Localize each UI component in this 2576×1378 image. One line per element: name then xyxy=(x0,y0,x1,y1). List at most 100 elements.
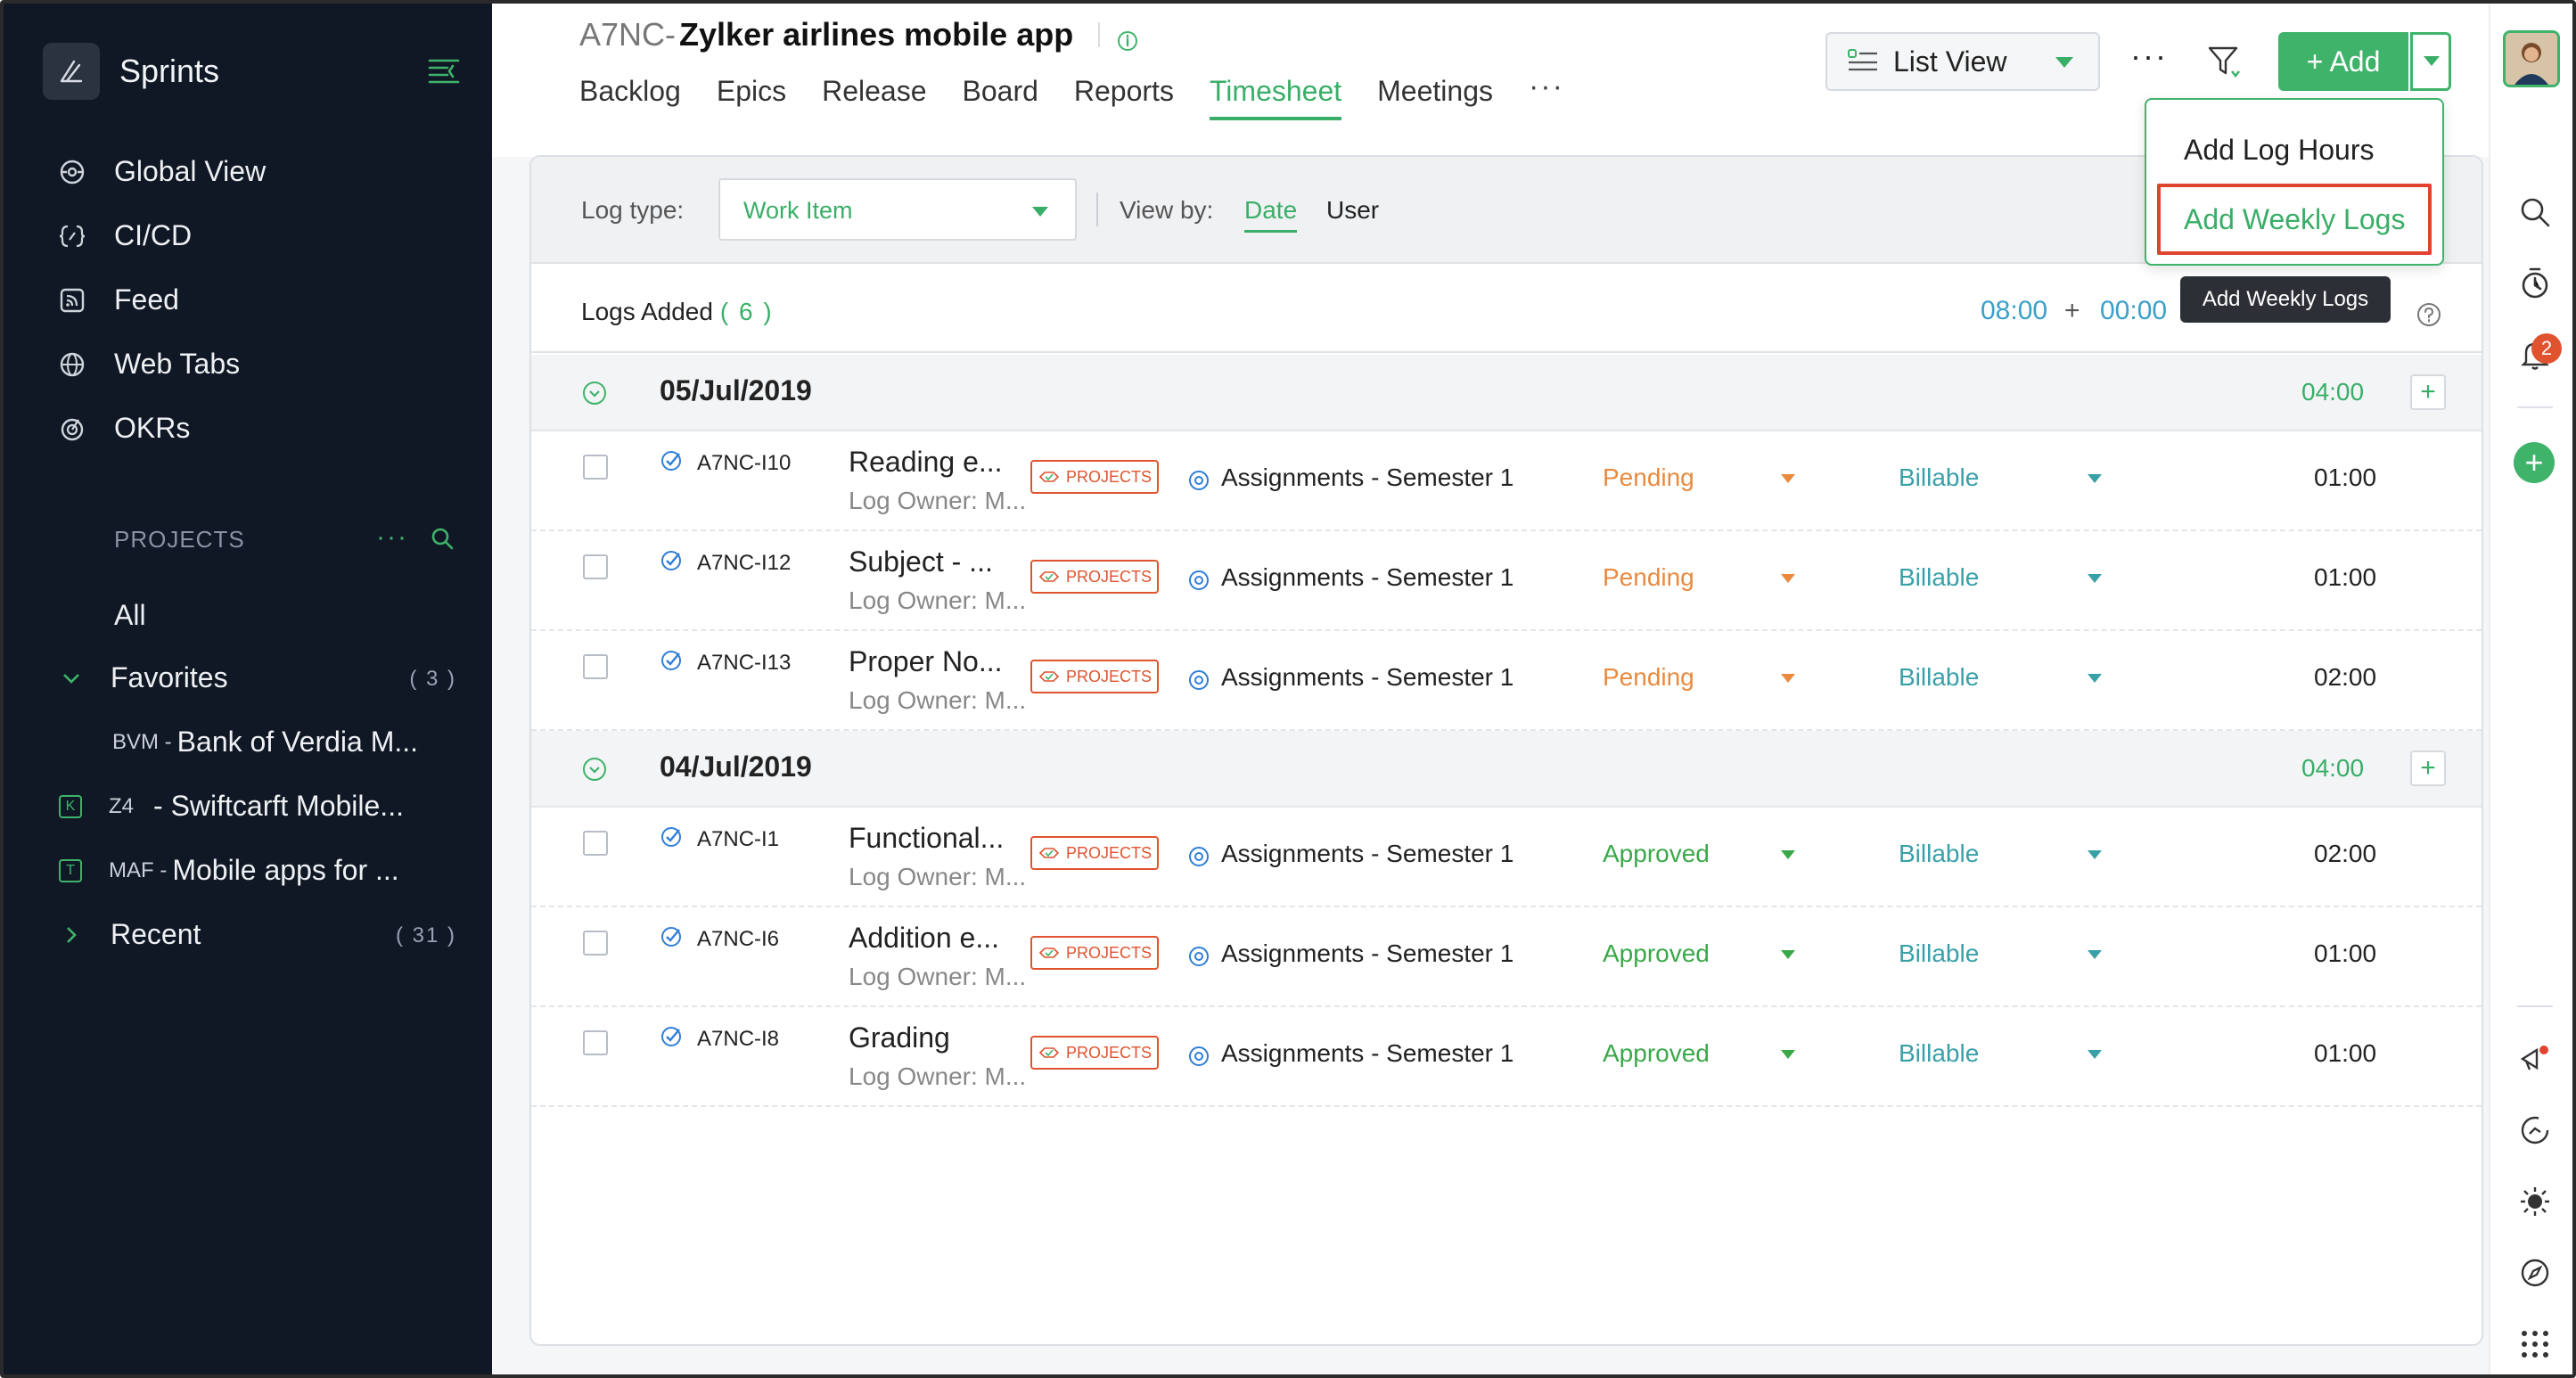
sprint-name[interactable]: Assignments - Semester 1 xyxy=(1221,1039,1514,1068)
date-group-header[interactable]: 05/Jul/2019 04:00 + xyxy=(531,355,2482,431)
item-name[interactable]: Reading e... xyxy=(849,446,1003,479)
tabs-more-button[interactable]: ··· xyxy=(1529,70,1564,120)
compass-icon[interactable] xyxy=(2517,1255,2553,1291)
status-caret-icon[interactable] xyxy=(1781,474,1795,483)
item-name[interactable]: Addition e... xyxy=(849,922,999,955)
billing-caret-icon[interactable] xyxy=(2088,950,2102,959)
add-button[interactable]: + Add xyxy=(2278,32,2408,91)
chevron-circle-down-icon[interactable] xyxy=(581,380,608,406)
help-icon[interactable] xyxy=(2416,301,2442,328)
billing-caret-icon[interactable] xyxy=(2088,674,2102,683)
sprint-name[interactable]: Assignments - Semester 1 xyxy=(1221,939,1514,968)
view-by-user[interactable]: User xyxy=(1326,196,1379,225)
announcement-icon[interactable] xyxy=(2517,1041,2553,1077)
billing-type[interactable]: Billable xyxy=(1899,1039,1979,1068)
projects-all[interactable]: All xyxy=(114,599,146,632)
billing-caret-icon[interactable] xyxy=(2088,850,2102,859)
table-row[interactable]: A7NC-I10 Reading e... Log Owner: M... PROJE… xyxy=(531,431,2482,531)
approval-status[interactable]: Pending xyxy=(1603,563,1694,592)
table-row[interactable]: A7NC-I13 Proper No... Log Owner: M... PROJE… xyxy=(531,631,2482,731)
project-item-z4[interactable]: K Z4 - Swiftcarft Mobile... xyxy=(59,790,404,823)
table-row[interactable]: A7NC-I8 Grading Log Owner: M... PROJECTS Ass… xyxy=(531,1007,2482,1107)
item-name[interactable]: Functional... xyxy=(849,822,1004,855)
menu-item-add-weekly-logs[interactable]: Add Weekly Logs xyxy=(2157,184,2432,255)
view-selector[interactable]: List View xyxy=(1825,32,2100,91)
filter-icon[interactable] xyxy=(2207,45,2244,80)
nav-global-view[interactable]: Global View xyxy=(57,155,266,188)
theme-icon[interactable] xyxy=(2517,1184,2553,1219)
add-log-to-date-button[interactable]: + xyxy=(2410,374,2446,410)
table-row[interactable]: A7NC-I1 Functional... Log Owner: M... PROJE… xyxy=(531,808,2482,907)
table-row[interactable]: A7NC-I12 Subject - ... Log Owner: M... PROJ… xyxy=(531,531,2482,631)
timer-icon[interactable] xyxy=(2517,266,2553,301)
status-caret-icon[interactable] xyxy=(1781,850,1795,859)
tab-timesheet[interactable]: Timesheet xyxy=(1209,75,1342,120)
item-name[interactable]: Subject - ... xyxy=(849,545,993,578)
sprint-name[interactable]: Assignments - Semester 1 xyxy=(1221,663,1514,692)
view-by-date[interactable]: Date xyxy=(1244,196,1298,233)
row-checkbox[interactable] xyxy=(583,455,608,480)
item-id[interactable]: A7NC-I12 xyxy=(697,551,791,576)
approval-status[interactable]: Approved xyxy=(1603,939,1710,968)
project-item-bvm[interactable]: BVM - Bank of Verdia M... xyxy=(112,726,418,759)
status-caret-icon[interactable] xyxy=(1781,1050,1795,1059)
nav-okrs[interactable]: OKRs xyxy=(57,412,190,445)
collapse-sidebar-icon[interactable] xyxy=(426,53,462,89)
sprint-name[interactable]: Assignments - Semester 1 xyxy=(1221,840,1514,868)
billing-type[interactable]: Billable xyxy=(1899,463,1979,492)
date-group-header[interactable]: 04/Jul/2019 04:00 + xyxy=(531,731,2482,808)
sprint-name[interactable]: Assignments - Semester 1 xyxy=(1221,563,1514,592)
item-name[interactable]: Proper No... xyxy=(849,645,1003,678)
item-id[interactable]: A7NC-I1 xyxy=(697,827,779,852)
menu-item-add-log-hours[interactable]: Add Log Hours xyxy=(2184,134,2374,167)
billing-caret-icon[interactable] xyxy=(2088,1050,2102,1059)
tab-backlog[interactable]: Backlog xyxy=(579,75,681,120)
apps-grid-icon[interactable] xyxy=(2517,1326,2553,1362)
item-id[interactable]: A7NC-I8 xyxy=(697,1027,779,1052)
tab-epics[interactable]: Epics xyxy=(717,75,786,120)
tab-board[interactable]: Board xyxy=(963,75,1038,120)
more-options-icon[interactable]: ··· xyxy=(2130,37,2168,75)
item-id[interactable]: A7NC-I13 xyxy=(697,651,791,676)
row-checkbox[interactable] xyxy=(583,654,608,679)
approval-status[interactable]: Approved xyxy=(1603,1039,1710,1068)
tab-reports[interactable]: Reports xyxy=(1074,75,1174,120)
row-checkbox[interactable] xyxy=(583,554,608,579)
brand[interactable]: Sprints xyxy=(43,43,219,100)
sprint-name[interactable]: Assignments - Semester 1 xyxy=(1221,463,1514,492)
chevron-circle-down-icon[interactable] xyxy=(581,756,608,783)
status-caret-icon[interactable] xyxy=(1781,574,1795,583)
status-caret-icon[interactable] xyxy=(1781,950,1795,959)
table-row[interactable]: A7NC-I6 Addition e... Log Owner: M... PROJE… xyxy=(531,907,2482,1007)
quick-add-icon[interactable]: + xyxy=(2514,442,2555,483)
billing-type[interactable]: Billable xyxy=(1899,663,1979,692)
add-log-to-date-button[interactable]: + xyxy=(2410,751,2446,786)
recent-group[interactable]: Recent ( 31 ) xyxy=(4,918,492,954)
row-checkbox[interactable] xyxy=(583,831,608,856)
billing-type[interactable]: Billable xyxy=(1899,563,1979,592)
status-caret-icon[interactable] xyxy=(1781,674,1795,683)
add-dropdown-toggle[interactable] xyxy=(2410,32,2451,91)
approval-status[interactable]: Pending xyxy=(1603,463,1694,492)
approval-status[interactable]: Approved xyxy=(1603,840,1710,868)
row-checkbox[interactable] xyxy=(583,1030,608,1055)
tab-release[interactable]: Release xyxy=(822,75,926,120)
search-icon[interactable] xyxy=(2517,194,2553,230)
tab-meetings[interactable]: Meetings xyxy=(1377,75,1493,120)
projects-more-icon[interactable]: ··· xyxy=(376,522,408,553)
approval-status[interactable]: Pending xyxy=(1603,663,1694,692)
billing-caret-icon[interactable] xyxy=(2088,474,2102,483)
user-avatar[interactable] xyxy=(2503,30,2560,87)
billing-type[interactable]: Billable xyxy=(1899,939,1979,968)
projects-search-icon[interactable] xyxy=(430,526,456,553)
billing-type[interactable]: Billable xyxy=(1899,840,1979,868)
info-icon[interactable] xyxy=(1116,23,1139,51)
log-type-select[interactable]: Work Item xyxy=(718,178,1077,241)
item-id[interactable]: A7NC-I10 xyxy=(697,451,791,476)
nav-cicd[interactable]: CI/CD xyxy=(57,219,192,252)
billing-caret-icon[interactable] xyxy=(2088,574,2102,583)
row-checkbox[interactable] xyxy=(583,931,608,956)
favorites-group[interactable]: Favorites ( 3 ) xyxy=(4,661,492,697)
nav-feed[interactable]: Feed xyxy=(57,283,179,316)
item-id[interactable]: A7NC-I6 xyxy=(697,927,779,952)
